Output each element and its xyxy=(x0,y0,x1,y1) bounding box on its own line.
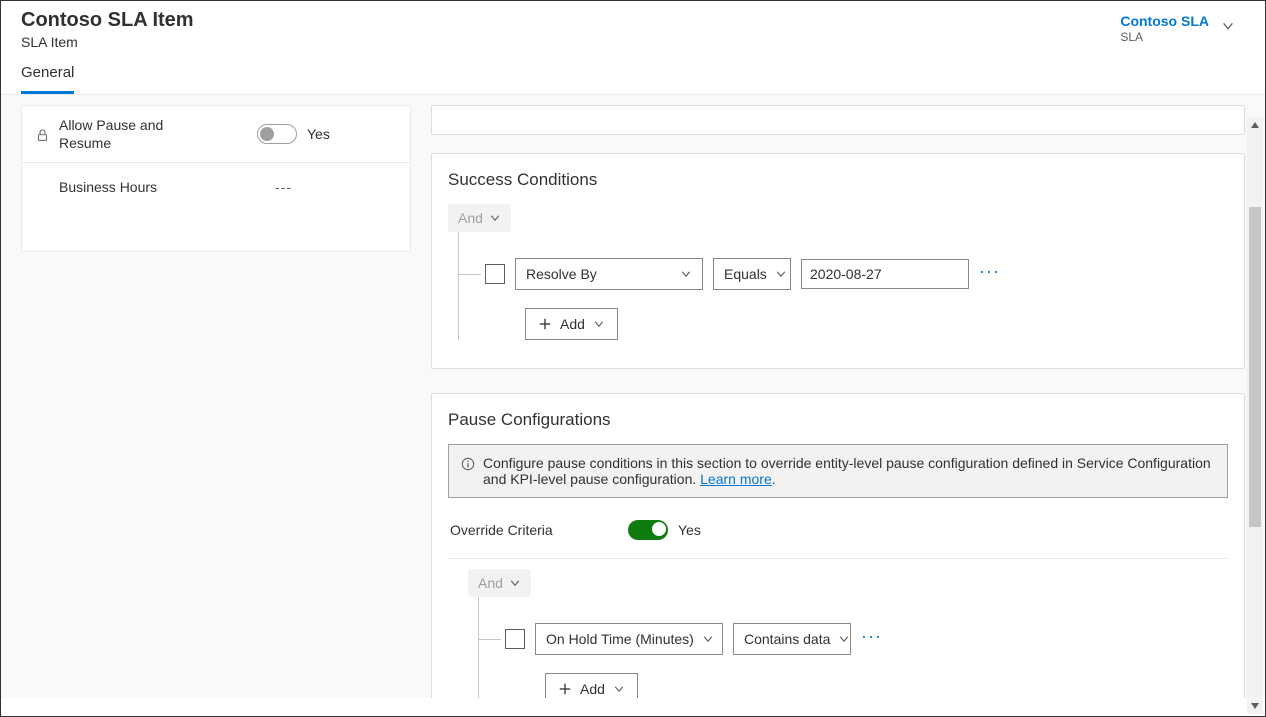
chevron-down-icon xyxy=(613,683,625,695)
success-conditions-panel: Success Conditions And Resolve By Equal xyxy=(431,153,1245,369)
operator-dropdown[interactable]: Equals xyxy=(713,258,791,290)
info-banner-text: Configure pause conditions in this secti… xyxy=(483,455,1215,487)
row-more-actions[interactable]: ··· xyxy=(979,262,1000,286)
pause-configurations-heading: Pause Configurations xyxy=(448,410,1228,430)
operator-dropdown-label: Contains data xyxy=(744,631,830,647)
business-hours-label: Business Hours xyxy=(59,178,209,196)
previous-panel-bottom xyxy=(431,105,1245,135)
value-input[interactable]: 2020-08-27 xyxy=(801,259,969,289)
chevron-down-icon xyxy=(680,268,692,280)
learn-more-link[interactable]: Learn more xyxy=(700,471,772,487)
chevron-down-icon xyxy=(593,318,605,330)
override-criteria-value: Yes xyxy=(678,522,701,538)
related-record-type: SLA xyxy=(1120,30,1209,44)
allow-pause-resume-toggle[interactable] xyxy=(257,124,297,144)
row-more-actions[interactable]: ··· xyxy=(861,627,882,651)
logic-group-and[interactable]: And xyxy=(468,569,531,597)
plus-icon xyxy=(538,317,552,331)
scroll-down-arrow[interactable] xyxy=(1247,698,1263,714)
condition-branch: Resolve By Equals 2020-08-27 ··· Add xyxy=(458,232,1228,340)
allow-pause-resume-label: Allow Pause and Resume xyxy=(59,116,209,152)
tab-general[interactable]: General xyxy=(21,64,74,94)
add-condition-button[interactable]: Add xyxy=(545,673,638,698)
add-button-label: Add xyxy=(580,681,605,697)
override-criteria-toggle[interactable] xyxy=(628,520,668,540)
related-record[interactable]: Contoso SLA SLA xyxy=(1120,13,1209,44)
override-criteria-label: Override Criteria xyxy=(450,522,600,538)
row-business-hours: Business Hours --- xyxy=(22,163,410,211)
chevron-down-icon xyxy=(489,212,501,224)
right-column: Success Conditions And Resolve By Equal xyxy=(411,95,1265,698)
lock-icon xyxy=(36,129,49,142)
field-dropdown[interactable]: Resolve By xyxy=(515,258,703,290)
operator-dropdown-label: Equals xyxy=(724,266,767,282)
condition-checkbox[interactable] xyxy=(505,629,525,649)
properties-card: Allow Pause and Resume Yes Business Hour… xyxy=(21,105,411,252)
logic-group-label: And xyxy=(458,210,483,226)
add-condition-button[interactable]: Add xyxy=(525,308,618,340)
scroll-up-arrow[interactable] xyxy=(1247,117,1263,133)
field-dropdown-label: On Hold Time (Minutes) xyxy=(546,631,694,647)
condition-row: On Hold Time (Minutes) Contains data ··· xyxy=(505,623,1228,655)
operator-dropdown[interactable]: Contains data xyxy=(733,623,851,655)
success-conditions-heading: Success Conditions xyxy=(448,170,1228,190)
field-dropdown-label: Resolve By xyxy=(526,266,597,282)
header-right: Contoso SLA SLA xyxy=(1120,9,1245,44)
business-hours-value[interactable]: --- xyxy=(275,179,292,195)
left-column: Allow Pause and Resume Yes Business Hour… xyxy=(1,95,411,698)
plus-icon xyxy=(558,682,572,696)
content-area: Allow Pause and Resume Yes Business Hour… xyxy=(1,95,1265,698)
info-icon xyxy=(461,457,475,471)
logic-group-label: And xyxy=(478,575,503,591)
pause-configurations-panel: Pause Configurations Configure pause con… xyxy=(431,393,1245,698)
condition-row: Resolve By Equals 2020-08-27 ··· xyxy=(485,258,1228,290)
allow-pause-resume-value: Yes xyxy=(307,126,330,142)
info-banner: Configure pause conditions in this secti… xyxy=(448,444,1228,498)
field-dropdown[interactable]: On Hold Time (Minutes) xyxy=(535,623,723,655)
override-criteria-row: Override Criteria Yes xyxy=(448,514,1228,559)
header-left: Contoso SLA Item SLA Item xyxy=(21,9,194,50)
condition-branch: On Hold Time (Minutes) Contains data ···… xyxy=(478,597,1228,698)
row-allow-pause-resume: Allow Pause and Resume Yes xyxy=(22,106,410,163)
chevron-down-icon xyxy=(509,577,521,589)
page-title: Contoso SLA Item xyxy=(21,9,194,32)
value-input-text: 2020-08-27 xyxy=(810,266,882,282)
tab-bar: General xyxy=(1,50,1265,95)
related-record-link[interactable]: Contoso SLA xyxy=(1120,13,1209,29)
period: . xyxy=(772,471,776,487)
success-condition-tree: And Resolve By Equals 202 xyxy=(448,204,1228,340)
chevron-down-icon[interactable] xyxy=(1221,19,1235,33)
page-header: Contoso SLA Item SLA Item Contoso SLA SL… xyxy=(1,1,1265,50)
chevron-down-icon xyxy=(702,633,714,645)
scroll-thumb[interactable] xyxy=(1249,207,1261,527)
page-subtitle: SLA Item xyxy=(21,34,194,50)
chevron-down-icon xyxy=(775,268,787,280)
info-text: Configure pause conditions in this secti… xyxy=(483,455,1211,487)
pause-condition-tree: And On Hold Time (Minutes) Contains data xyxy=(468,569,1228,698)
chevron-down-icon xyxy=(838,633,850,645)
logic-group-and[interactable]: And xyxy=(448,204,511,232)
condition-checkbox[interactable] xyxy=(485,264,505,284)
vertical-scrollbar[interactable] xyxy=(1247,117,1263,714)
add-button-label: Add xyxy=(560,316,585,332)
